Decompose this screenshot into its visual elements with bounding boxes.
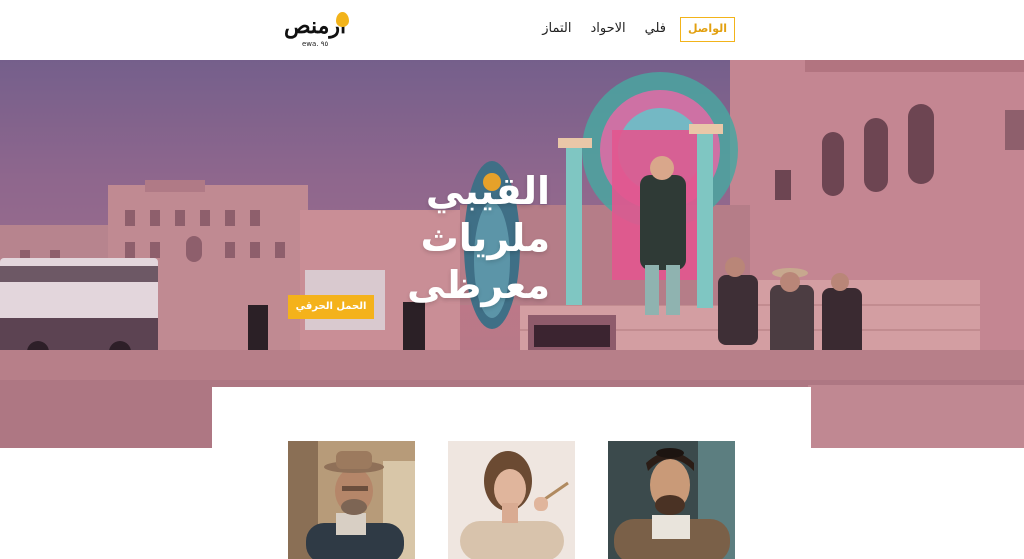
man-hat-portrait-image <box>288 441 415 559</box>
card-portrait-young-man[interactable] <box>608 441 735 559</box>
logo-icon <box>336 12 349 27</box>
card-portrait-woman[interactable] <box>448 441 575 559</box>
nav-item-3[interactable]: التماز <box>542 20 571 38</box>
contact-button[interactable]: الواصل <box>680 17 735 42</box>
woman-portrait-image <box>448 441 575 559</box>
nav-item-2[interactable]: الاحواد <box>590 20 625 38</box>
cards-panel <box>212 387 811 559</box>
card-portrait-man-hat[interactable] <box>288 441 415 559</box>
nav-item-1[interactable]: فلي <box>645 20 666 38</box>
logo[interactable]: ارمنص ewa. ٩٥ <box>284 6 350 52</box>
hero-cta-button[interactable]: الحمل الحرقي <box>288 295 374 319</box>
young-man-portrait-image <box>608 441 735 559</box>
logo-subtitle: ewa. ٩٥ <box>302 40 329 48</box>
hero-title-line-1: القيبي <box>425 169 550 213</box>
hero-title: القيبي ملرياث معرظى <box>286 168 550 309</box>
main-nav: فلي الاحواد التماز <box>542 20 666 38</box>
site-header: ارمنص ewa. ٩٥ فلي الاحواد التماز الواصل <box>0 0 1024 60</box>
